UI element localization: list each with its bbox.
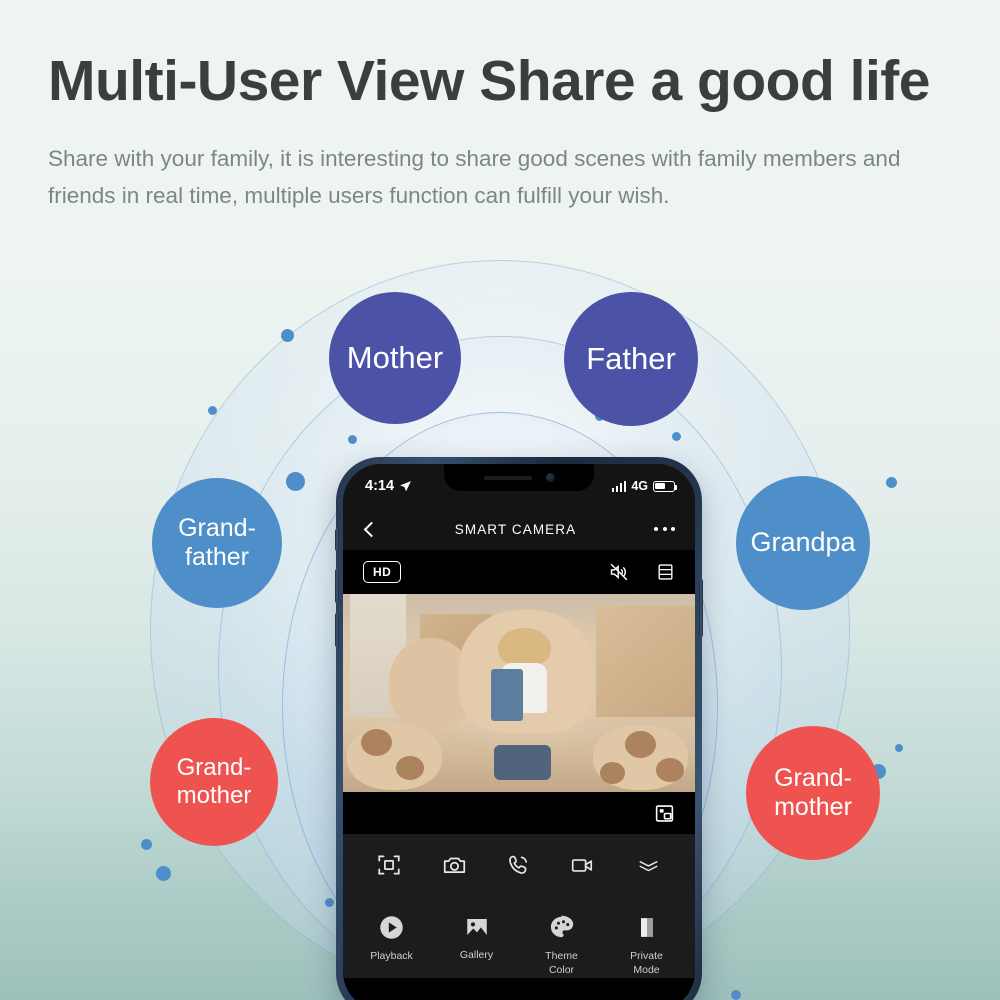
bubble-label: Father [586,340,676,376]
gallery-image-icon [463,914,491,940]
picture-in-picture-icon[interactable] [654,803,675,824]
illustration-stage: 4:14 4G SMART CAMERA HD Playback Gallery… [0,236,1000,1000]
shield-door-icon [635,914,659,941]
silent-switch[interactable] [335,529,339,551]
promo-page: Multi-User View Share a good life Share … [0,0,1000,1000]
hd-badge[interactable]: HD [363,561,402,583]
feature-gallery[interactable]: Gallery [440,914,514,978]
phone-call-icon[interactable] [506,853,531,878]
palette-icon [548,914,575,941]
phone-screen: 4:14 4G SMART CAMERA HD Playback Gallery… [343,464,695,1000]
arc-dot [895,744,903,752]
arc-dot [208,406,217,415]
arc-dot [286,472,305,491]
arc-dot [886,477,897,488]
play-circle-icon [378,914,405,941]
arc-dot [731,990,741,1000]
list-view-icon[interactable] [656,562,675,582]
bubble-label: Grand- mother [176,753,252,809]
bubble-grandpa[interactable]: Grandpa [736,476,870,610]
video-record-icon[interactable] [569,853,596,878]
power-button[interactable] [699,579,703,637]
arc-dot [156,866,171,881]
bubble-label: Grand- father [178,513,256,572]
bubble-label: Mother [346,339,444,375]
arc-dot [141,839,152,850]
signal-bars-icon [611,480,627,492]
heading-block: Multi-User View Share a good life Share … [48,48,978,214]
nav-title: SMART CAMERA [454,521,577,537]
feature-private-mode[interactable]: Private Mode [610,914,684,978]
volume-down-button[interactable] [335,613,339,647]
feature-label: Playback [370,950,413,962]
arc-dot [672,432,681,441]
page-title: Multi-User View Share a good life [48,49,930,113]
bubble-grandmother-left[interactable]: Grand- mother [150,718,278,846]
arc-dot [348,435,357,444]
front-camera-icon [545,473,555,482]
bubble-grandfather[interactable]: Grand- father [152,478,282,608]
network-label: 4G [631,479,648,493]
bubble-label: Grand- mother [774,763,852,822]
battery-icon [653,480,678,492]
bubble-mother[interactable]: Mother [329,292,461,424]
feature-theme-color[interactable]: Theme Color [525,914,599,978]
bubble-grandmother-right[interactable]: Grand- mother [746,726,880,860]
arc-dot [325,898,334,907]
feature-row: Playback Gallery Theme Color Private Mod… [343,896,695,978]
status-bar: 4:14 4G [343,464,695,508]
earpiece-speaker [483,475,532,480]
phone-mockup: 4:14 4G SMART CAMERA HD Playback Gallery… [335,457,703,1000]
speaker-mute-icon[interactable] [608,562,630,582]
video-control-bar: HD [343,550,695,594]
location-arrow-icon [399,480,412,493]
double-chevron-icon[interactable] [635,854,662,876]
feature-label: Theme Color [545,950,578,976]
phone-notch [444,464,594,491]
arc-dot [281,329,294,342]
live-video-feed[interactable] [343,594,695,792]
fullscreen-icon[interactable] [376,852,402,878]
bubble-father[interactable]: Father [564,292,698,426]
page-subtitle: Share with your family, it is interestin… [48,146,901,208]
feature-playback[interactable]: Playback [355,914,429,978]
volume-up-button[interactable] [335,569,339,603]
bubble-label: Grandpa [750,527,856,558]
pip-bar [343,792,695,834]
action-toolbar [343,834,695,896]
feature-label: Gallery [459,949,494,961]
nav-bar: SMART CAMERA [343,508,695,550]
feature-label: Private Mode [630,950,663,976]
status-time: 4:14 [365,478,395,494]
more-dots-icon[interactable] [654,527,675,531]
camera-icon[interactable] [441,852,468,878]
